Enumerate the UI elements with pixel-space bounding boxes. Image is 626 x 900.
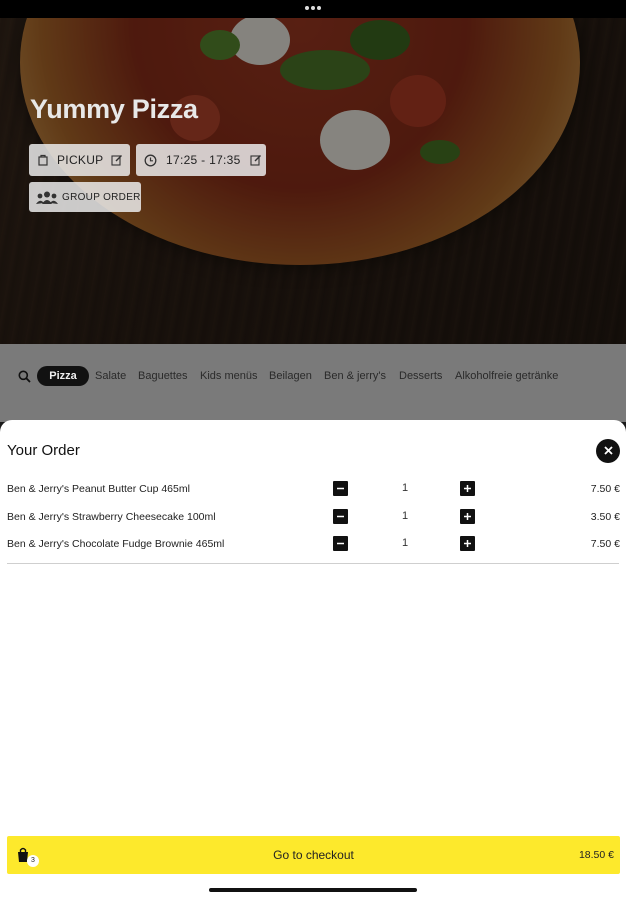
- minus-icon: [336, 480, 345, 498]
- order-divider: [7, 563, 619, 564]
- app-root: Yummy Pizza PICKUP 17:25 - 17:35 GROUP O…: [0, 0, 626, 900]
- group-order-chip[interactable]: GROUP ORDER: [29, 182, 141, 212]
- category-tab[interactable]: Baguettes: [138, 370, 188, 382]
- clock-icon: [144, 154, 157, 167]
- checkout-total: 18.50 €: [578, 849, 614, 861]
- order-item-name: Ben & Jerry's Strawberry Cheesecake 100m…: [7, 511, 216, 523]
- decrease-quantity-button[interactable]: [333, 509, 348, 524]
- restaurant-title: Yummy Pizza: [30, 94, 198, 124]
- category-bar: [0, 344, 626, 422]
- close-icon: [603, 442, 613, 460]
- minus-icon: [336, 535, 345, 553]
- order-item-quantity: 1: [401, 482, 409, 494]
- category-tab[interactable]: Desserts: [399, 370, 442, 382]
- checkout-label: Go to checkout: [273, 848, 354, 862]
- category-tab[interactable]: Salate: [95, 370, 126, 382]
- order-item-name: Ben & Jerry's Chocolate Fudge Brownie 46…: [7, 538, 225, 550]
- increase-quantity-button[interactable]: [460, 509, 475, 524]
- close-button[interactable]: [596, 439, 620, 463]
- home-indicator-area: [0, 874, 626, 900]
- group-icon: [36, 191, 58, 204]
- category-tab[interactable]: Ben & jerry's: [324, 370, 386, 382]
- category-tab[interactable]: Beilagen: [269, 370, 312, 382]
- time-chip[interactable]: 17:25 - 17:35: [136, 144, 266, 176]
- bag-icon: [37, 154, 49, 166]
- checkout-button[interactable]: 3 Go to checkout 18.50 €: [7, 836, 620, 874]
- order-item-price: 7.50 €: [590, 483, 620, 495]
- increase-quantity-button[interactable]: [460, 536, 475, 551]
- increase-quantity-button[interactable]: [460, 481, 475, 496]
- order-item-quantity: 1: [401, 510, 409, 522]
- decrease-quantity-button[interactable]: [333, 481, 348, 496]
- plus-icon: [463, 480, 472, 498]
- plus-icon: [463, 508, 472, 526]
- home-indicator[interactable]: [209, 888, 417, 892]
- category-tab[interactable]: Kids menüs: [200, 370, 257, 382]
- category-tab-active[interactable]: Pizza: [37, 366, 89, 386]
- time-label: 17:25 - 17:35: [166, 153, 241, 167]
- window-top-bar: [0, 0, 626, 18]
- category-tab[interactable]: Alkoholfreie getränke: [455, 370, 558, 382]
- order-item-name: Ben & Jerry's Peanut Butter Cup 465ml: [7, 483, 190, 495]
- group-order-label: GROUP ORDER: [62, 191, 141, 203]
- order-item-quantity: 1: [401, 537, 409, 549]
- more-options-icon[interactable]: [305, 6, 321, 11]
- search-icon[interactable]: [18, 370, 31, 388]
- minus-icon: [336, 508, 345, 526]
- plus-icon: [463, 535, 472, 553]
- pickup-chip[interactable]: PICKUP: [29, 144, 130, 176]
- order-item-price: 3.50 €: [590, 511, 620, 523]
- edit-icon[interactable]: [111, 154, 123, 166]
- edit-icon[interactable]: [250, 154, 262, 166]
- pickup-label: PICKUP: [57, 153, 104, 167]
- order-item-price: 7.50 €: [590, 538, 620, 550]
- order-title: Your Order: [7, 442, 80, 459]
- decrease-quantity-button[interactable]: [333, 536, 348, 551]
